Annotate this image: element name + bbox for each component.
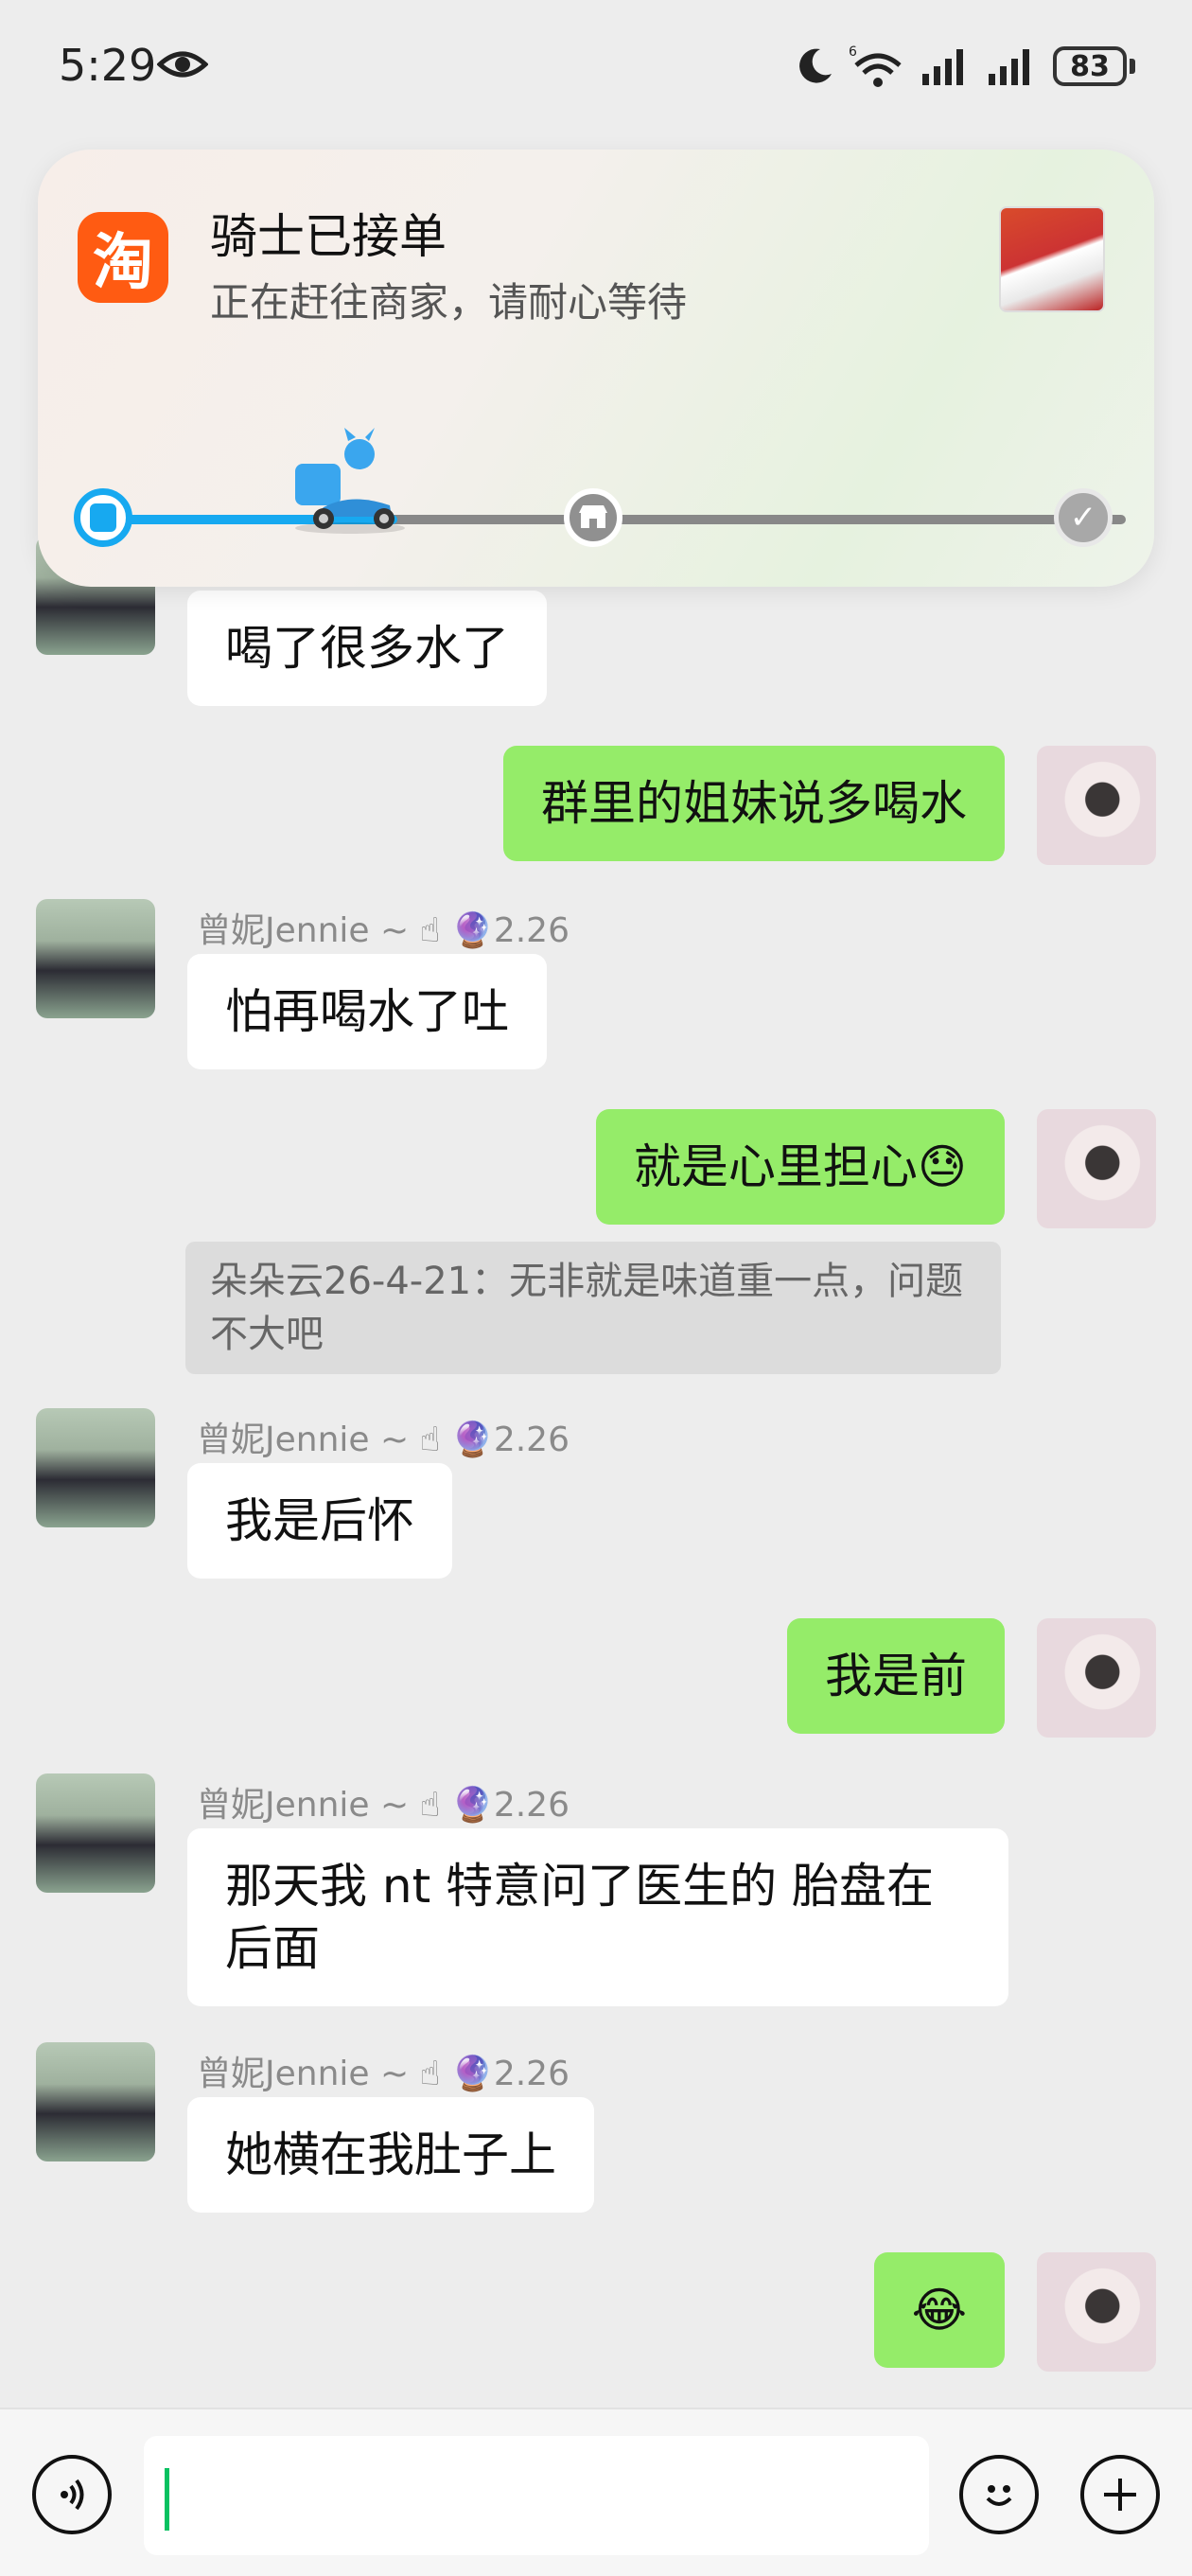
text-caret xyxy=(165,2468,169,2531)
product-thumbnail xyxy=(999,206,1105,312)
message-bubble[interactable]: 😂 xyxy=(873,2252,1005,2368)
my-avatar[interactable] xyxy=(1037,746,1156,865)
sender-level: 2.26 xyxy=(493,2055,570,2093)
sender-name-text: 曾妮Jennie ~ xyxy=(197,911,410,950)
hand-icon: ☝ xyxy=(419,1786,441,1825)
eye-icon xyxy=(157,51,208,78)
crystal-ball-icon: 🔮 xyxy=(451,911,494,950)
battery-icon: 83 xyxy=(1053,46,1135,86)
crystal-ball-icon: 🔮 xyxy=(451,1786,494,1825)
battery-level: 83 xyxy=(1070,49,1110,83)
message-bubble[interactable]: 我是前 xyxy=(787,1618,1005,1734)
status-bar: 5:29 6 83 xyxy=(0,0,1192,132)
taobao-app-icon: 淘 xyxy=(78,212,168,303)
check-icon: ✓ xyxy=(1054,488,1113,547)
voice-icon[interactable] xyxy=(32,2455,112,2534)
quoted-message[interactable]: 朵朵云26-4-21：无非就是味道重一点，问题不大吧 xyxy=(185,1242,1001,1374)
delivery-notification[interactable]: 淘 骑士已接单 正在赶往商家，请耐心等待 ✓ xyxy=(38,150,1154,587)
contact-avatar[interactable] xyxy=(36,1773,155,1893)
notification-title: 骑士已接单 xyxy=(210,209,447,264)
sender-name-text: 曾妮Jennie ~ xyxy=(197,2055,410,2093)
notification-subtitle: 正在赶往商家，请耐心等待 xyxy=(210,279,688,326)
hand-icon: ☝ xyxy=(419,2055,441,2093)
message-bubble[interactable]: 她横在我肚子上 xyxy=(187,2097,594,2213)
contact-avatar[interactable] xyxy=(36,2042,155,2161)
sender-name: 曾妮Jennie ~ ☝ 🔮2.26 xyxy=(197,2046,570,2095)
svg-text:6: 6 xyxy=(849,44,857,60)
sender-level: 2.26 xyxy=(493,911,570,950)
sender-name-text: 曾妮Jennie ~ xyxy=(197,1420,410,1459)
sender-level: 2.26 xyxy=(493,1786,570,1825)
signal-icon xyxy=(922,49,963,85)
hand-icon: ☝ xyxy=(419,1420,441,1459)
plus-icon[interactable] xyxy=(1080,2455,1160,2534)
my-avatar[interactable] xyxy=(1037,1618,1156,1738)
sender-name: 曾妮Jennie ~ ☝ 🔮2.26 xyxy=(197,1412,570,1461)
my-avatar[interactable] xyxy=(1037,2252,1156,2372)
message-bubble[interactable]: 怕再喝水了吐 xyxy=(187,954,547,1069)
store-icon xyxy=(564,488,622,547)
rider-scooter-icon xyxy=(295,428,405,534)
emoji-icon[interactable] xyxy=(959,2455,1039,2534)
sender-name: 曾妮Jennie ~ ☝ 🔮2.26 xyxy=(197,1777,570,1826)
message-bubble[interactable]: 我是后怀 xyxy=(187,1463,452,1579)
my-avatar[interactable] xyxy=(1037,1109,1156,1228)
contact-avatar[interactable] xyxy=(36,899,155,1018)
message-input[interactable] xyxy=(144,2436,929,2555)
crystal-ball-icon: 🔮 xyxy=(451,2055,494,2093)
sender-level: 2.26 xyxy=(493,1420,570,1459)
crystal-ball-icon: 🔮 xyxy=(451,1420,494,1459)
signal-icon xyxy=(989,49,1029,85)
message-bubble[interactable]: 喝了很多水了 xyxy=(187,591,547,706)
message-bubble[interactable]: 就是心里担心😓 xyxy=(595,1109,1005,1225)
status-time: 5:29 xyxy=(59,40,157,91)
chat-input-bar xyxy=(0,2408,1192,2576)
message-bubble[interactable]: 那天我 nt 特意问了医生的 胎盘在后面 xyxy=(187,1828,1008,2006)
sender-name: 曾妮Jennie ~ ☝ 🔮2.26 xyxy=(197,903,570,952)
message-bubble[interactable]: 群里的姐妹说多喝水 xyxy=(503,746,1005,861)
sender-name-text: 曾妮Jennie ~ xyxy=(197,1786,410,1825)
order-icon xyxy=(74,488,132,547)
contact-avatar[interactable] xyxy=(36,1408,155,1527)
hand-icon: ☝ xyxy=(419,911,441,950)
moon-icon xyxy=(799,48,832,83)
wifi-6-icon: 6 xyxy=(849,44,902,87)
